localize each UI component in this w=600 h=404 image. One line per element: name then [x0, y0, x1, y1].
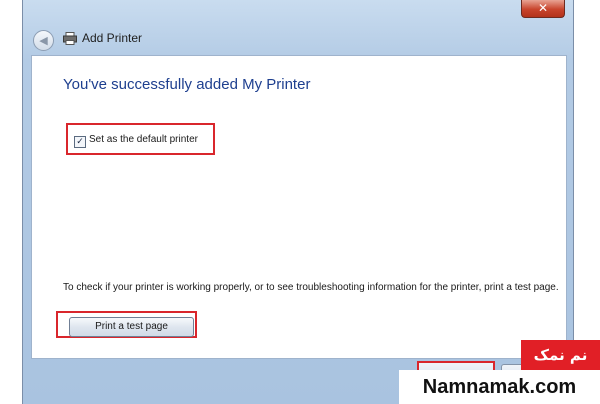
back-button[interactable]: ◀: [33, 30, 54, 51]
default-printer-label[interactable]: Set as the default printer: [89, 134, 198, 145]
close-button[interactable]: ✕: [521, 0, 565, 18]
window-title: Add Printer: [82, 31, 143, 45]
close-icon: ✕: [537, 1, 549, 15]
check-icon: ✓: [76, 137, 84, 147]
back-arrow-icon: ◀: [39, 34, 48, 47]
print-test-page-button[interactable]: Print a test page: [69, 317, 194, 337]
watermark-site: Namnamak.com: [399, 370, 600, 404]
printer-icon: [63, 32, 77, 45]
test-page-info: To check if your printer is working prop…: [63, 282, 559, 293]
success-heading: You've successfully added My Printer: [63, 76, 311, 93]
wizard-content: You've successfully added My Printer ✓ S…: [31, 55, 567, 359]
add-printer-window: ✕ ◀ Add Printer You've successfully adde…: [22, 0, 574, 404]
watermark-persian: نم نمک: [521, 340, 600, 370]
default-printer-checkbox[interactable]: ✓: [74, 136, 86, 148]
